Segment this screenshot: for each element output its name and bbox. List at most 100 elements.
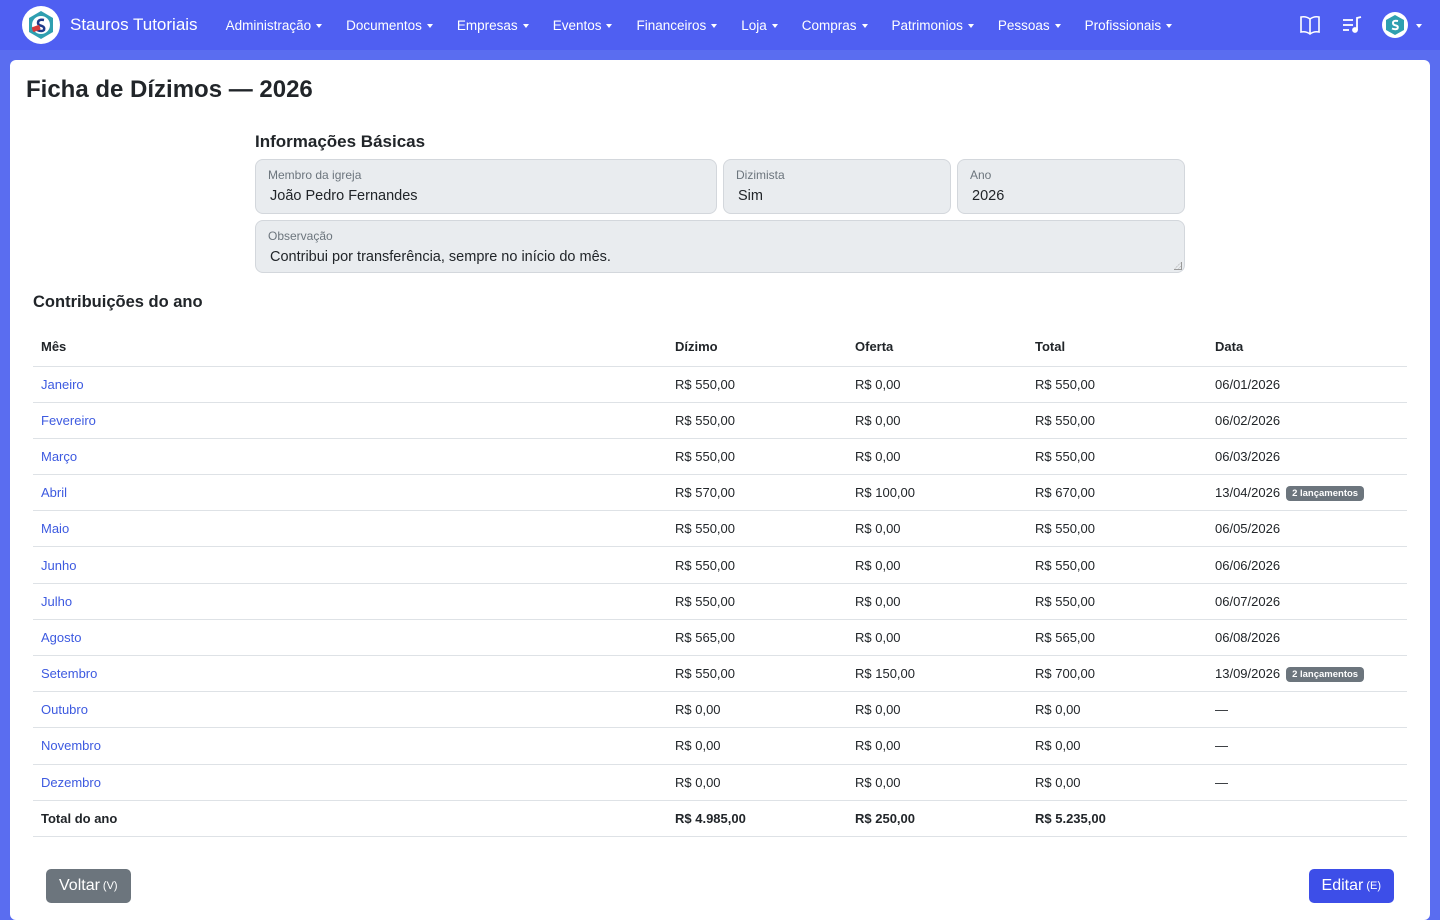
month-link[interactable]: Dezembro (41, 775, 101, 790)
year-field[interactable]: Ano 2026 (957, 159, 1185, 214)
header-date: Data (1207, 328, 1407, 367)
music-list-icon[interactable] (1340, 13, 1364, 37)
total-cell: R$ 550,00 (1027, 583, 1207, 620)
nav-item-label: Documentos (346, 17, 422, 33)
nav-item-financeiros[interactable]: Financeiros (624, 18, 729, 33)
nav-item-patrimonios[interactable]: Patrimonios (880, 18, 986, 33)
tithe-cell: R$ 550,00 (667, 438, 847, 476)
nav-item-compras[interactable]: Compras (790, 18, 880, 33)
chevron-down-icon (711, 23, 718, 28)
brand[interactable]: Stauros Tutoriais (22, 6, 198, 44)
tither-field[interactable]: Dizimista Sim (723, 159, 951, 214)
nav-item-label: Patrimonios (891, 17, 963, 33)
chevron-down-icon (522, 23, 529, 28)
brand-name: Stauros Tutoriais (70, 15, 198, 34)
totals-total: R$ 5.235,00 (1027, 800, 1207, 837)
nav-item-label: Profissionais (1084, 17, 1162, 33)
month-link[interactable]: Julho (41, 594, 72, 609)
month-link[interactable]: Fevereiro (41, 413, 96, 428)
tithe-cell: R$ 0,00 (667, 727, 847, 765)
tithe-cell: R$ 550,00 (667, 366, 847, 403)
tithe-cell: R$ 550,00 (667, 402, 847, 439)
table-row: Junho R$ 550,00 R$ 0,00 R$ 550,00 06/06/2026 (33, 546, 1407, 584)
member-field[interactable]: Membro da igreja João Pedro Fernandes (255, 159, 717, 214)
back-shortcut: (V) (102, 880, 118, 892)
month-link[interactable]: Junho (41, 558, 76, 573)
date-value: — (1215, 702, 1228, 718)
page-title: Ficha de Dízimos — 2026 (26, 76, 313, 103)
total-cell: R$ 550,00 (1027, 510, 1207, 548)
month-link[interactable]: Agosto (41, 630, 81, 645)
month-link[interactable]: Setembro (41, 666, 97, 681)
month-link[interactable]: Novembro (41, 738, 101, 753)
date-cell: 06/07/2026 (1207, 583, 1407, 620)
nav-item-label: Eventos (552, 17, 602, 33)
month-cell: Novembro (33, 727, 667, 765)
date-cell: 06/08/2026 (1207, 619, 1407, 657)
chevron-down-icon (426, 23, 433, 28)
date-value: 06/03/2026 (1215, 448, 1281, 464)
table-row: Agosto R$ 565,00 R$ 0,00 R$ 565,00 06/08/202… (33, 619, 1407, 657)
content-card: Ficha de Dízimos — 2026 Informações Bási… (10, 60, 1430, 920)
edit-button[interactable]: Editar (E) (1308, 869, 1394, 903)
date-value: 13/04/2026 (1215, 484, 1281, 500)
date-cell: 13/09/2026 2 lançamentos (1207, 655, 1407, 693)
date-cell: — (1207, 764, 1407, 801)
nav-item-profissionais[interactable]: Profissionais (1073, 18, 1185, 33)
offering-cell: R$ 0,00 (847, 402, 1027, 439)
tithe-cell: R$ 550,00 (667, 583, 847, 620)
tithe-cell: R$ 0,00 (667, 764, 847, 801)
nav-item-pessoas[interactable]: Pessoas (986, 18, 1073, 33)
month-cell: Agosto (33, 619, 667, 657)
month-cell: Dezembro (33, 764, 667, 801)
nav-item-label: Loja (741, 17, 767, 33)
resize-grip-icon[interactable] (1174, 262, 1182, 270)
member-value: João Pedro Fernandes (270, 188, 418, 204)
offering-cell: R$ 0,00 (847, 583, 1027, 620)
chevron-down-icon (967, 23, 974, 28)
month-cell: Junho (33, 546, 667, 584)
month-link[interactable]: Outubro (41, 702, 88, 717)
date-cell: — (1207, 727, 1407, 765)
total-cell: R$ 0,00 (1027, 764, 1207, 801)
month-link[interactable]: Janeiro (41, 377, 84, 392)
table-row: Janeiro R$ 550,00 R$ 0,00 R$ 550,00 06/01/20… (33, 366, 1407, 403)
total-cell: R$ 0,00 (1027, 691, 1207, 729)
header-total: Total (1027, 328, 1207, 367)
date-value: — (1215, 774, 1228, 790)
user-menu[interactable] (1382, 12, 1422, 38)
month-cell: Fevereiro (33, 402, 667, 439)
date-cell: 06/02/2026 (1207, 402, 1407, 439)
nav-item-administracao[interactable]: Administração (214, 18, 335, 33)
contributions-table: Mês Dízimo Oferta Total Data Janeiro R$ 5… (33, 328, 1407, 837)
total-cell: R$ 550,00 (1027, 438, 1207, 476)
date-cell: 06/03/2026 (1207, 438, 1407, 476)
book-icon[interactable] (1298, 13, 1322, 37)
nav-item-loja[interactable]: Loja (729, 18, 790, 33)
tither-label: Dizimista (736, 168, 785, 182)
nav-item-label: Administração (225, 17, 312, 33)
back-button-label: Voltar (59, 877, 100, 894)
month-link[interactable]: Março (41, 449, 77, 464)
table-row: Fevereiro R$ 550,00 R$ 0,00 R$ 550,00 06/02/… (33, 402, 1407, 439)
date-value: — (1215, 738, 1228, 754)
table-row: Maio R$ 550,00 R$ 0,00 R$ 550,00 06/05/2026 (33, 510, 1407, 548)
back-button[interactable]: Voltar (V) (46, 869, 131, 903)
month-link[interactable]: Maio (41, 521, 69, 536)
chevron-down-icon (771, 23, 778, 28)
offering-cell: R$ 100,00 (847, 474, 1027, 512)
total-cell: R$ 700,00 (1027, 655, 1207, 693)
month-link[interactable]: Abril (41, 485, 67, 500)
nav-item-eventos[interactable]: Eventos (541, 18, 625, 33)
nav-item-documentos[interactable]: Documentos (334, 18, 445, 33)
date-cell: 06/06/2026 (1207, 546, 1407, 584)
year-value: 2026 (972, 188, 1005, 204)
tithe-cell: R$ 0,00 (667, 691, 847, 729)
nav-item-empresas[interactable]: Empresas (445, 18, 541, 33)
date-cell: 06/05/2026 (1207, 510, 1407, 548)
brand-logo-icon (22, 6, 60, 44)
month-cell: Outubro (33, 691, 667, 729)
chevron-down-icon (1416, 23, 1422, 28)
month-cell: Setembro (33, 655, 667, 693)
note-field[interactable]: Observação Contribui por transferência, … (255, 220, 1185, 273)
